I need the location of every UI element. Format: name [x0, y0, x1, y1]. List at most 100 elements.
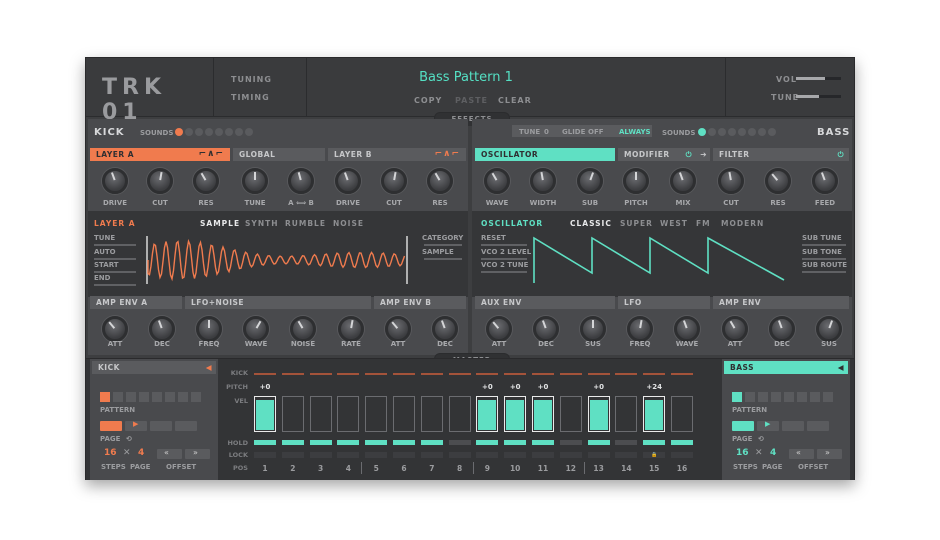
hold-cell[interactable]	[281, 440, 304, 445]
knob[interactable]	[381, 168, 407, 194]
param-slider[interactable]	[424, 244, 462, 246]
kick-steps-value[interactable]: 16	[104, 448, 117, 458]
lock-cell[interactable]	[281, 452, 304, 458]
pattern-slot[interactable]	[178, 392, 188, 402]
hold-cell[interactable]	[615, 440, 638, 445]
sample-waveform[interactable]	[146, 236, 411, 284]
velocity-cell[interactable]	[532, 396, 554, 432]
knob[interactable]	[674, 316, 700, 342]
sound-slot[interactable]	[748, 128, 756, 136]
step-position[interactable]: 3	[310, 464, 332, 473]
knob[interactable]	[816, 316, 842, 342]
bass-page-value[interactable]: 4	[770, 448, 776, 458]
sound-slot[interactable]	[195, 128, 203, 136]
hold-cell[interactable]	[448, 440, 471, 445]
kick-mode-synth[interactable]: SYNTH	[245, 219, 279, 228]
knob[interactable]	[196, 316, 222, 342]
velocity-cell[interactable]	[393, 396, 415, 432]
knob[interactable]	[718, 168, 744, 194]
step-position[interactable]: 6	[393, 464, 415, 473]
param-slider[interactable]	[94, 271, 136, 273]
pitch-value[interactable]: +0	[504, 383, 526, 391]
step-position[interactable]: 11	[532, 464, 554, 473]
lock-cell[interactable]	[671, 452, 693, 458]
knob[interactable]	[242, 168, 268, 194]
pattern-slot[interactable]	[732, 392, 742, 402]
velocity-cell[interactable]	[643, 396, 666, 432]
sound-slot[interactable]	[758, 128, 766, 136]
velocity-cell[interactable]	[587, 396, 610, 432]
hold-cell[interactable]	[420, 440, 443, 445]
hold-cell[interactable]	[309, 440, 332, 445]
lock-cell[interactable]	[420, 452, 443, 458]
knob[interactable]	[335, 168, 361, 194]
knob[interactable]	[385, 316, 411, 342]
step-position[interactable]: 7	[421, 464, 443, 473]
sound-slot[interactable]	[768, 128, 776, 136]
knob[interactable]	[769, 316, 795, 342]
pattern-slot[interactable]	[823, 392, 833, 402]
pattern-slot[interactable]	[100, 392, 110, 402]
pattern-slot[interactable]	[758, 392, 768, 402]
velocity-cell[interactable]	[504, 396, 527, 432]
param-label[interactable]: AUTO	[94, 248, 116, 256]
step-position[interactable]: 5	[365, 464, 387, 473]
page-button[interactable]	[150, 421, 172, 431]
param-label[interactable]: SUB TONE	[802, 248, 842, 256]
pitch-value[interactable]: +0	[476, 383, 498, 391]
kick-layer-b-header[interactable]: LAYER B ⌐∧⌐	[328, 148, 466, 161]
knob[interactable]	[432, 316, 458, 342]
param-label[interactable]: VCO 2 TUNE	[481, 261, 528, 269]
kick-trigger-cell[interactable]	[559, 373, 582, 375]
param-label[interactable]: VCO 2 LEVEL	[481, 248, 531, 256]
sound-slot[interactable]	[728, 128, 736, 136]
timing-button[interactable]: TIMING	[231, 93, 270, 102]
step-position[interactable]: 9	[476, 464, 498, 473]
lock-cell[interactable]	[393, 452, 415, 458]
kick-trigger-cell[interactable]	[365, 373, 388, 375]
kick-trigger-cell[interactable]	[643, 373, 666, 375]
param-slider[interactable]	[481, 244, 527, 246]
knob[interactable]	[193, 168, 219, 194]
page-button[interactable]	[782, 421, 804, 431]
velocity-cell[interactable]	[365, 396, 388, 432]
knob[interactable]	[765, 168, 791, 194]
pattern-slot[interactable]	[152, 392, 162, 402]
pitch-value[interactable]: +0	[532, 383, 554, 391]
hold-cell[interactable]	[504, 440, 527, 445]
bass-mode-modern[interactable]: MODERN	[721, 219, 764, 228]
step-position[interactable]: 2	[282, 464, 304, 473]
pattern-slot[interactable]	[126, 392, 136, 402]
step-position[interactable]: 4	[337, 464, 359, 473]
velocity-cell[interactable]	[420, 396, 443, 432]
vol-slider[interactable]	[796, 77, 841, 80]
sound-slot[interactable]	[708, 128, 716, 136]
kick-trigger-cell[interactable]	[281, 373, 304, 375]
knob[interactable]	[102, 168, 128, 194]
step-position[interactable]: 13	[588, 464, 610, 473]
kick-layer-a-header[interactable]: LAYER A ⌐∧⌐	[90, 148, 230, 161]
bass-always-button[interactable]: ALWAYS	[619, 128, 651, 136]
kick-trigger-cell[interactable]	[448, 373, 471, 375]
param-slider[interactable]	[94, 244, 136, 246]
hold-cell[interactable]	[671, 440, 693, 445]
pattern-slot[interactable]	[745, 392, 755, 402]
kick-trigger-cell[interactable]	[587, 373, 610, 375]
knob[interactable]	[577, 168, 603, 194]
velocity-cell[interactable]	[671, 396, 693, 432]
kick-trigger-cell[interactable]	[504, 373, 527, 375]
knob[interactable]	[533, 316, 559, 342]
pattern-slot[interactable]	[797, 392, 807, 402]
hold-cell[interactable]	[254, 440, 276, 445]
preset-name[interactable]: Bass Pattern 1	[386, 70, 546, 85]
offset-left-button[interactable]: «	[789, 448, 814, 459]
kick-page-value[interactable]: 4	[138, 448, 144, 458]
pattern-slot[interactable]	[113, 392, 123, 402]
lock-cell[interactable]	[476, 452, 499, 458]
step-position[interactable]: 1	[254, 464, 276, 473]
lock-cell[interactable]	[448, 452, 471, 458]
kick-trigger-cell[interactable]	[476, 373, 499, 375]
bass-glide-value[interactable]: OFF	[588, 128, 604, 136]
kick-trigger-cell[interactable]	[393, 373, 415, 375]
lock-cell[interactable]: 🔒	[643, 452, 666, 458]
